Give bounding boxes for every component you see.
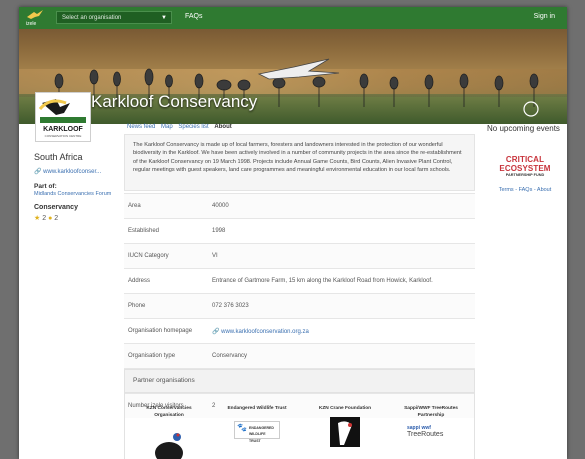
faqs-link[interactable]: FAQs [185, 13, 203, 20]
table-row: Organisation type Conservancy [124, 343, 475, 369]
row-key: Area [124, 193, 211, 219]
partner-kzn-conservancies[interactable]: KZN Conservancies Organisation [131, 406, 207, 459]
table-row: Phone 072 376 3023 [124, 293, 475, 319]
part-of-link[interactable]: Midlands Conservancies Forum [34, 190, 114, 198]
bird-logo-icon [27, 10, 43, 19]
crane-icon [330, 416, 360, 447]
country-label: South Africa [34, 152, 83, 162]
right-sidebar: No upcoming events CRITICAL ECOSYSTEM PA… [487, 124, 563, 193]
table-row: Organisation homepage 🔗 www.karkloofconse… [124, 318, 475, 344]
organisation-select-placeholder: Select an organisation [62, 15, 122, 21]
favourites-icon: ★ [34, 215, 41, 222]
organisation-logo: KARKLOOF CONSERVATION CENTRE [35, 92, 91, 142]
homepage-cell: 🔗 www.karkloofconservation.org.za [211, 318, 475, 344]
cepf-logo[interactable]: CRITICAL ECOSYSTEM PARTNERSHIP FUND [487, 155, 563, 177]
paw-icon: 🐾 [237, 422, 247, 432]
organisation-title: Karkloof Conservancy [91, 92, 258, 111]
row-value: Conservancy [211, 343, 475, 369]
row-key: Phone [124, 293, 211, 319]
row-value: Entrance of Gartmore Farm, 15 km along t… [211, 268, 475, 294]
visitors-icon: ● [48, 215, 53, 222]
row-value: 40000 [211, 193, 475, 219]
link-icon: 🔗 [212, 328, 222, 335]
cover-banner: Karkloof Conservancy [19, 29, 567, 124]
partners-heading: Partner organisations [125, 370, 474, 393]
row-value: 072 376 3023 [211, 293, 475, 319]
cepf-line1: CRITICAL ECOSYSTEM [499, 155, 551, 173]
row-key: Established [124, 218, 211, 244]
row-value: VI [211, 243, 475, 269]
logo-wordmark: KARKLOOF [43, 126, 83, 133]
favourites-count: 2 [42, 215, 47, 222]
table-row: Established 1998 [124, 218, 475, 244]
row-value: 1998 [211, 218, 475, 244]
cepf-line2: PARTNERSHIP FUND [505, 173, 545, 177]
profile-tabs: News feed Map Species list About [127, 124, 236, 130]
homepage-link[interactable]: 🔗 www.karkloofconservation.org.za [212, 329, 309, 335]
description-box: The Karkloof Conservancy is made up of l… [124, 134, 475, 191]
tab-species-list[interactable]: Species list [178, 124, 208, 130]
izele-logo[interactable]: izele [25, 8, 45, 28]
tab-map[interactable]: Map [161, 124, 173, 130]
org-type-label: Conservancy [34, 204, 78, 211]
row-key: Organisation homepage [124, 318, 211, 344]
visitors-count: 2 [54, 215, 59, 222]
table-row: Area 40000 [124, 193, 475, 219]
website-link[interactable]: 🔗 www.karkloofconser... [34, 168, 114, 175]
row-key: Organisation type [124, 343, 211, 369]
row-key: Address [124, 268, 211, 294]
partner-sappi-wwf-treeroutes[interactable]: Sappi/WWF TreeRoutes Partnership sappi w… [393, 406, 469, 438]
link-icon: 🔗 [34, 169, 42, 175]
upcoming-events: No upcoming events [487, 124, 560, 133]
row-key: IUCN Category [124, 243, 211, 269]
logo-text: izele [26, 21, 37, 27]
logo-subtext: CONSERVATION CENTRE [45, 134, 82, 138]
partner-endangered-wildlife-trust[interactable]: Endangered Wildlife Trust 🐾 ENDANGERED W… [219, 406, 295, 443]
left-sidebar: South Africa 🔗 www.karkloofconser... Par… [34, 152, 114, 222]
treeroutes-logo: TreeRoutes [407, 430, 444, 438]
browser-page: izele Select an organisation ▼ FAQs Sign… [19, 7, 567, 459]
table-row: Address Entrance of Gartmore Farm, 15 km … [124, 268, 475, 294]
stats-row: ★ 2 ● 2 [34, 214, 114, 222]
guineafowl-icon [155, 433, 183, 459]
partner-kzn-crane-foundation[interactable]: KZN Crane Foundation [307, 406, 383, 452]
organisation-select[interactable]: Select an organisation ▼ [56, 11, 172, 24]
top-navigation-bar: izele Select an organisation ▼ FAQs Sign… [19, 7, 567, 29]
tab-news-feed[interactable]: News feed [127, 124, 155, 130]
ewt-logo: 🐾 ENDANGERED WILDLIFE TRUST [234, 420, 280, 443]
footer-links[interactable]: Terms - FAQs - About [487, 187, 563, 193]
table-row: IUCN Category VI [124, 243, 475, 269]
part-of-label: Part of: [34, 183, 57, 190]
sign-in-link[interactable]: Sign in [534, 13, 555, 20]
karkloof-logo-icon: KARKLOOF CONSERVATION CENTRE [38, 99, 86, 138]
partner-organisations-panel: Partner organisations KZN Conservancies … [124, 369, 475, 459]
caret-down-icon: ▼ [161, 15, 167, 21]
tab-about[interactable]: About [214, 124, 231, 130]
